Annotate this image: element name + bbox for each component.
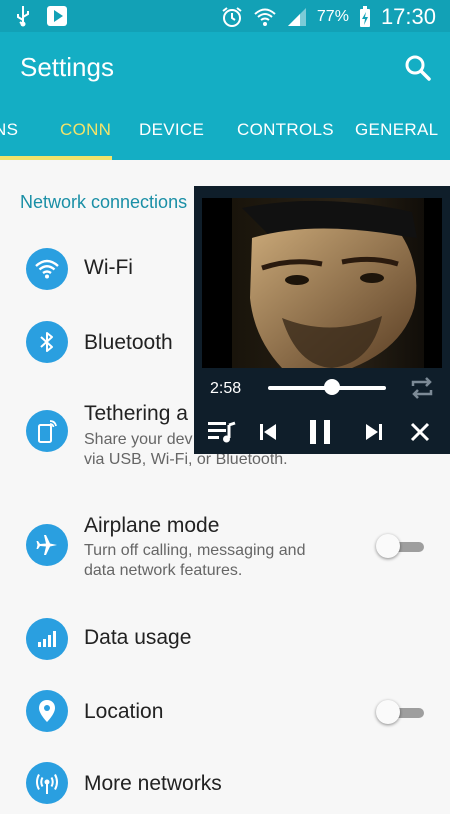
playlist-button[interactable] [206,416,238,448]
repeat-icon[interactable] [408,374,436,402]
list-item-location[interactable]: Location [0,690,450,742]
more-networks-icon [26,762,68,804]
album-art [202,198,442,368]
play-app-icon [47,6,67,26]
page-title: Settings [20,52,114,82]
cell-signal-icon [287,8,306,26]
status-bar: 77% 17:30 [0,0,450,32]
pause-button[interactable] [304,416,336,448]
item-title: More networks [84,772,222,795]
search-icon[interactable] [402,52,434,84]
list-item-data-usage[interactable]: Data usage [0,616,450,668]
tab-controls[interactable]: CONTROLS [237,120,334,140]
bluetooth-icon [26,321,68,363]
usb-icon [17,6,29,27]
wifi-signal-icon [254,8,276,26]
skip-next-icon [366,424,382,440]
status-left-icons [14,5,68,27]
next-button[interactable] [358,416,390,448]
item-title: Location [84,700,164,723]
tab-bar: NS CONN DEVICE CONTROLS GENERAL [0,104,450,160]
tab-connections-prev[interactable]: NS [0,120,18,140]
skip-previous-icon [260,424,276,440]
tab-device[interactable]: DEVICE [139,120,204,140]
location-icon [26,690,68,732]
battery-percent: 77% [316,8,349,25]
wifi-icon [26,248,68,290]
item-subtitle: Turn off calling, messaging and data net… [84,542,306,579]
item-title: Tethering a [84,402,188,425]
playlist-icon [208,421,236,443]
toggle-thumb [376,700,400,724]
elapsed-time: 2:58 [210,380,242,397]
item-title: Bluetooth [84,331,173,354]
album-art-image [202,198,442,368]
item-title: Airplane mode [84,514,220,537]
data-usage-icon [26,618,68,660]
status-right-icons: 77% 17:30 [221,4,436,30]
previous-button[interactable] [252,416,284,448]
tab-general[interactable]: GENERAL [355,120,438,140]
list-item-more-networks[interactable]: More networks [0,762,450,814]
section-header: Network connections [20,192,188,212]
tethering-icon [26,410,68,452]
list-item-airplane-mode[interactable]: Airplane mode Turn off calling, messagin… [0,510,450,590]
close-button[interactable] [404,416,436,448]
battery-charging-icon [359,6,370,27]
location-toggle[interactable] [376,700,424,724]
floating-media-player[interactable]: 2:58 [194,186,450,454]
clock: 17:30 [380,4,436,29]
item-title: Wi-Fi [84,256,133,279]
airplane-icon [26,524,68,566]
pause-icon [310,420,330,444]
app-bar: Settings [0,32,450,104]
airplane-mode-toggle[interactable] [376,534,424,558]
toggle-thumb [376,534,400,558]
close-icon [410,422,430,442]
alarm-icon [222,7,242,27]
tab-connections[interactable]: CONN [60,120,110,140]
seek-thumb[interactable] [324,379,340,395]
item-title: Data usage [84,626,192,649]
